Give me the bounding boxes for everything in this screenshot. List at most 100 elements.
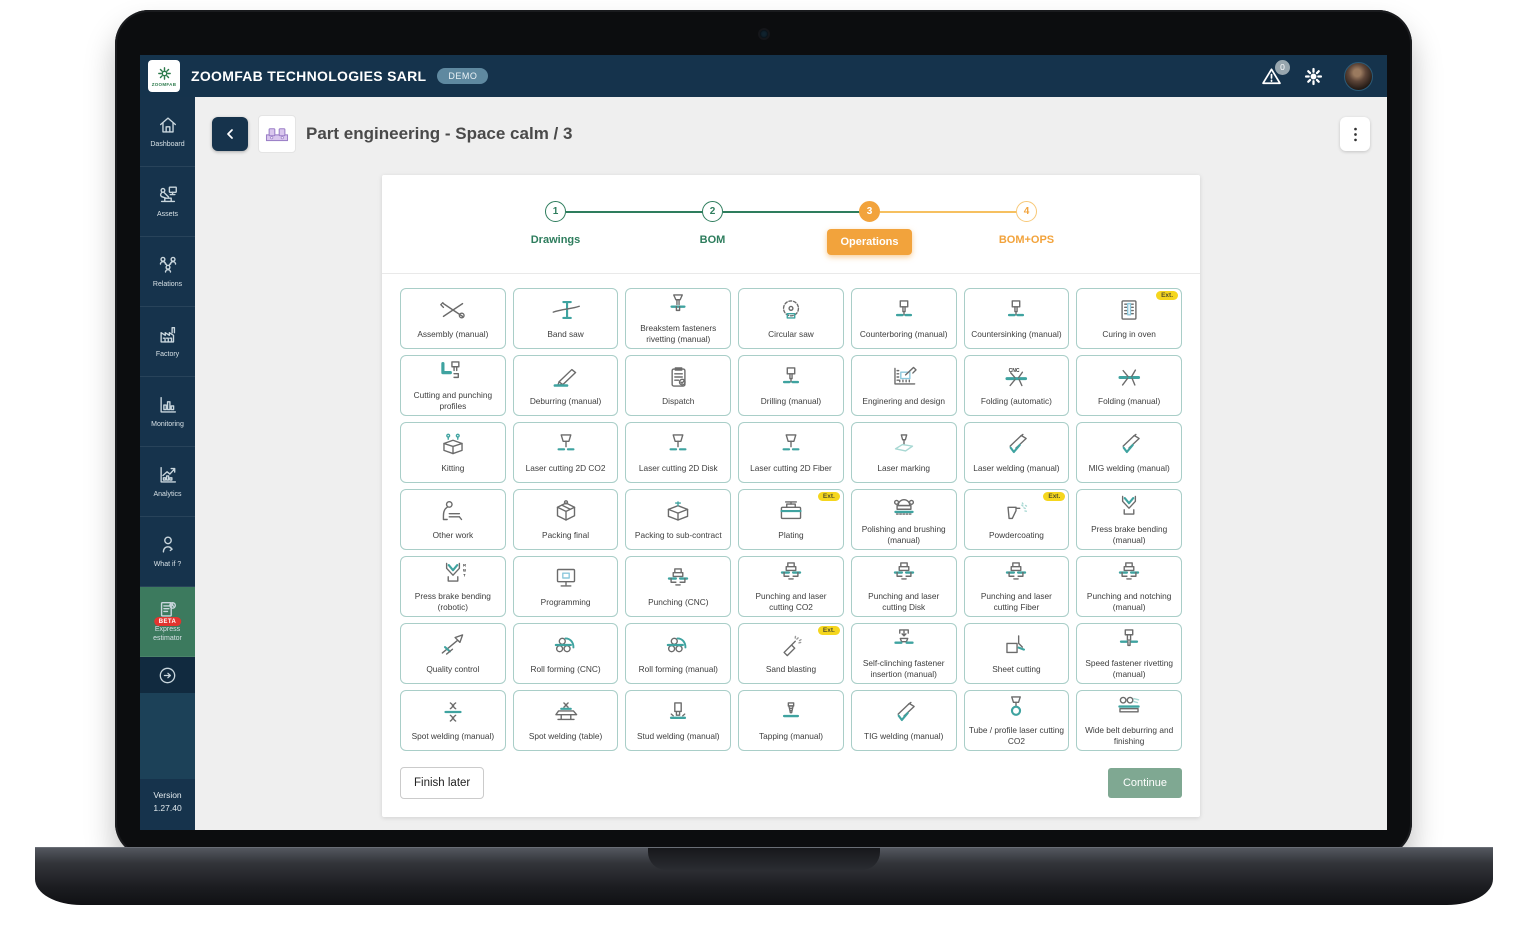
wizard-stepper: 1Drawings2BOM3Operations4BOM+OPS xyxy=(477,201,1105,255)
op-card-spot-welding-manual[interactable]: Spot welding (manual) xyxy=(400,690,506,751)
op-card-folding-manual[interactable]: Folding (manual) xyxy=(1076,355,1182,416)
sidebar-item-analytics[interactable]: Analytics xyxy=(140,447,195,517)
step-bom[interactable]: 2BOM xyxy=(634,201,791,246)
op-card-label: Punching and laser cutting Disk xyxy=(856,591,952,613)
sidebar-item-express-estimator[interactable]: BETAExpress estimator xyxy=(140,587,195,657)
sidebar-item-dashboard[interactable]: Dashboard xyxy=(140,97,195,167)
op-card-label: Polishing and brushing (manual) xyxy=(856,524,952,546)
op-card-label: Laser cutting 2D Fiber xyxy=(750,463,832,474)
op-card-laser-cutting-2d-disk[interactable]: Laser cutting 2D Disk xyxy=(625,422,731,483)
op-card-sheet-cutting[interactable]: Sheet cutting xyxy=(964,623,1070,684)
op-card-curing-in-oven[interactable]: Curing in ovenExt. xyxy=(1076,288,1182,349)
step-number: 2 xyxy=(702,201,723,222)
op-card-tube-profile-laser-cutting-co2[interactable]: Tube / profile laser cutting CO2 xyxy=(964,690,1070,751)
op-card-tapping-manual[interactable]: Tapping (manual) xyxy=(738,690,844,751)
op-card-label: Assembly (manual) xyxy=(417,329,488,340)
op-card-powdercoating[interactable]: PowdercoatingExt. xyxy=(964,489,1070,550)
op-card-laser-welding-manual[interactable]: Laser welding (manual) xyxy=(964,422,1070,483)
op-card-self-clinching-fastener-insertion-manual[interactable]: Self-clinching fastener insertion (manua… xyxy=(851,623,957,684)
op-card-label: Breakstem fasteners rivetting (manual) xyxy=(630,323,726,345)
op-card-laser-cutting-2d-fiber[interactable]: Laser cutting 2D Fiber xyxy=(738,422,844,483)
alert-count-badge: 0 xyxy=(1275,60,1290,75)
op-card-dispatch[interactable]: Dispatch xyxy=(625,355,731,416)
op-card-label: Punching (CNC) xyxy=(648,597,708,608)
op-card-laser-cutting-2d-co2[interactable]: Laser cutting 2D CO2 xyxy=(513,422,619,483)
sidebar-item-label: What if ? xyxy=(152,561,184,570)
sidebar-item-factory[interactable]: Factory xyxy=(140,307,195,377)
op-card-programming[interactable]: Programming xyxy=(513,556,619,617)
op-card-roll-forming-manual[interactable]: Roll forming (manual) xyxy=(625,623,731,684)
op-card-band-saw[interactable]: Band saw xyxy=(513,288,619,349)
sidebar-item-what-if[interactable]: What if ? xyxy=(140,517,195,587)
laser-head-icon xyxy=(774,432,808,461)
op-card-punching-and-notching-manual[interactable]: Punching and notching (manual) xyxy=(1076,556,1182,617)
op-card-roll-forming-cnc[interactable]: Roll forming (CNC) xyxy=(513,623,619,684)
bar-chart-icon xyxy=(157,394,179,416)
op-card-press-brake-bending-robotic[interactable]: RBTPress brake bending (robotic) xyxy=(400,556,506,617)
op-card-drilling-manual[interactable]: Drilling (manual) xyxy=(738,355,844,416)
op-card-press-brake-bending-manual[interactable]: Press brake bending (manual) xyxy=(1076,489,1182,550)
op-card-speed-fastener-rivetting-manual[interactable]: Speed fastener rivetting (manual) xyxy=(1076,623,1182,684)
settings-button[interactable] xyxy=(1303,66,1324,87)
user-avatar[interactable] xyxy=(1344,62,1373,91)
punch-press-icon xyxy=(661,566,695,595)
sidebar-item-monitoring[interactable]: Monitoring xyxy=(140,377,195,447)
more-options-button[interactable] xyxy=(1340,117,1370,151)
op-card-stud-welding-manual[interactable]: Stud welding (manual) xyxy=(625,690,731,751)
crossed-tools-icon xyxy=(436,298,470,327)
op-card-label: Kitting xyxy=(441,463,464,474)
step-label: Drawings xyxy=(531,234,581,246)
page-header: Part engineering - Space calm / 3 xyxy=(212,115,1370,153)
op-card-punching-and-laser-cutting-co2[interactable]: Punching and laser cutting CO2 xyxy=(738,556,844,617)
step-drawings[interactable]: 1Drawings xyxy=(477,201,634,246)
op-card-folding-automatic[interactable]: CNCFolding (automatic) xyxy=(964,355,1070,416)
sidebar-item-label: Assets xyxy=(155,211,180,220)
sidebar-collapse-button[interactable] xyxy=(140,657,195,693)
operations-grid: Assembly (manual) Band saw Breakstem faste… xyxy=(400,288,1182,751)
op-card-circular-saw[interactable]: Circular saw xyxy=(738,288,844,349)
home-icon xyxy=(157,114,179,136)
op-card-assembly-manual[interactable]: Assembly (manual) xyxy=(400,288,506,349)
alerts-button[interactable]: 0 xyxy=(1260,65,1283,88)
sidebar-item-assets[interactable]: Assets xyxy=(140,167,195,237)
external-badge: Ext. xyxy=(818,492,840,501)
drill-press-icon xyxy=(774,365,808,394)
op-card-polishing-and-brushing-manual[interactable]: Polishing and brushing (manual) xyxy=(851,489,957,550)
monitor-icon xyxy=(549,566,583,595)
op-card-deburring-manual[interactable]: Deburring (manual) xyxy=(513,355,619,416)
line-chart-icon xyxy=(157,464,179,486)
op-card-enginering-and-design[interactable]: Enginering and design xyxy=(851,355,957,416)
step-operations[interactable]: 3Operations xyxy=(791,201,948,255)
op-card-wide-belt-deburring-and-finishing[interactable]: Wide belt deburring and finishing xyxy=(1076,690,1182,751)
op-card-countersinking-manual[interactable]: Countersinking (manual) xyxy=(964,288,1070,349)
op-card-label: Enginering and design xyxy=(862,396,945,407)
op-card-tig-welding-manual[interactable]: TIG welding (manual) xyxy=(851,690,957,751)
op-card-spot-welding-table[interactable]: Spot welding (table) xyxy=(513,690,619,751)
op-card-packing-to-sub-contract[interactable]: Packing to sub-contract xyxy=(625,489,731,550)
op-card-quality-control[interactable]: Quality control xyxy=(400,623,506,684)
op-card-kitting[interactable]: Kitting xyxy=(400,422,506,483)
part-thumbnail[interactable] xyxy=(258,115,296,153)
op-card-counterboring-manual[interactable]: Counterboring (manual) xyxy=(851,288,957,349)
op-card-punching-and-laser-cutting-disk[interactable]: Punching and laser cutting Disk xyxy=(851,556,957,617)
op-card-other-work[interactable]: Other work xyxy=(400,489,506,550)
company-logo[interactable]: ZOOMFAB xyxy=(148,60,180,92)
op-card-punching-and-laser-cutting-fiber[interactable]: Punching and laser cutting Fiber xyxy=(964,556,1070,617)
op-card-punching-cnc[interactable]: Punching (CNC) xyxy=(625,556,731,617)
back-button[interactable] xyxy=(212,117,248,151)
sidebar-item-relations[interactable]: Relations xyxy=(140,237,195,307)
op-card-mig-welding-manual[interactable]: MIG welding (manual) xyxy=(1076,422,1182,483)
step-bom-ops[interactable]: 4BOM+OPS xyxy=(948,201,1105,246)
op-card-packing-final[interactable]: Packing final xyxy=(513,489,619,550)
continue-button[interactable]: Continue xyxy=(1108,768,1182,798)
op-card-sand-blasting[interactable]: Sand blastingExt. xyxy=(738,623,844,684)
op-card-label: Tapping (manual) xyxy=(759,731,823,742)
op-card-label: TIG welding (manual) xyxy=(864,731,943,742)
op-card-laser-marking[interactable]: Laser marking xyxy=(851,422,957,483)
finish-later-button[interactable]: Finish later xyxy=(400,767,484,799)
package-icon xyxy=(549,499,583,528)
op-card-label: Laser marking xyxy=(877,463,930,474)
op-card-breakstem-fasteners-rivetting-manual[interactable]: Breakstem fasteners rivetting (manual) xyxy=(625,288,731,349)
op-card-cutting-and-punching-profiles[interactable]: Cutting and punching profiles xyxy=(400,355,506,416)
op-card-plating[interactable]: PlatingExt. xyxy=(738,489,844,550)
